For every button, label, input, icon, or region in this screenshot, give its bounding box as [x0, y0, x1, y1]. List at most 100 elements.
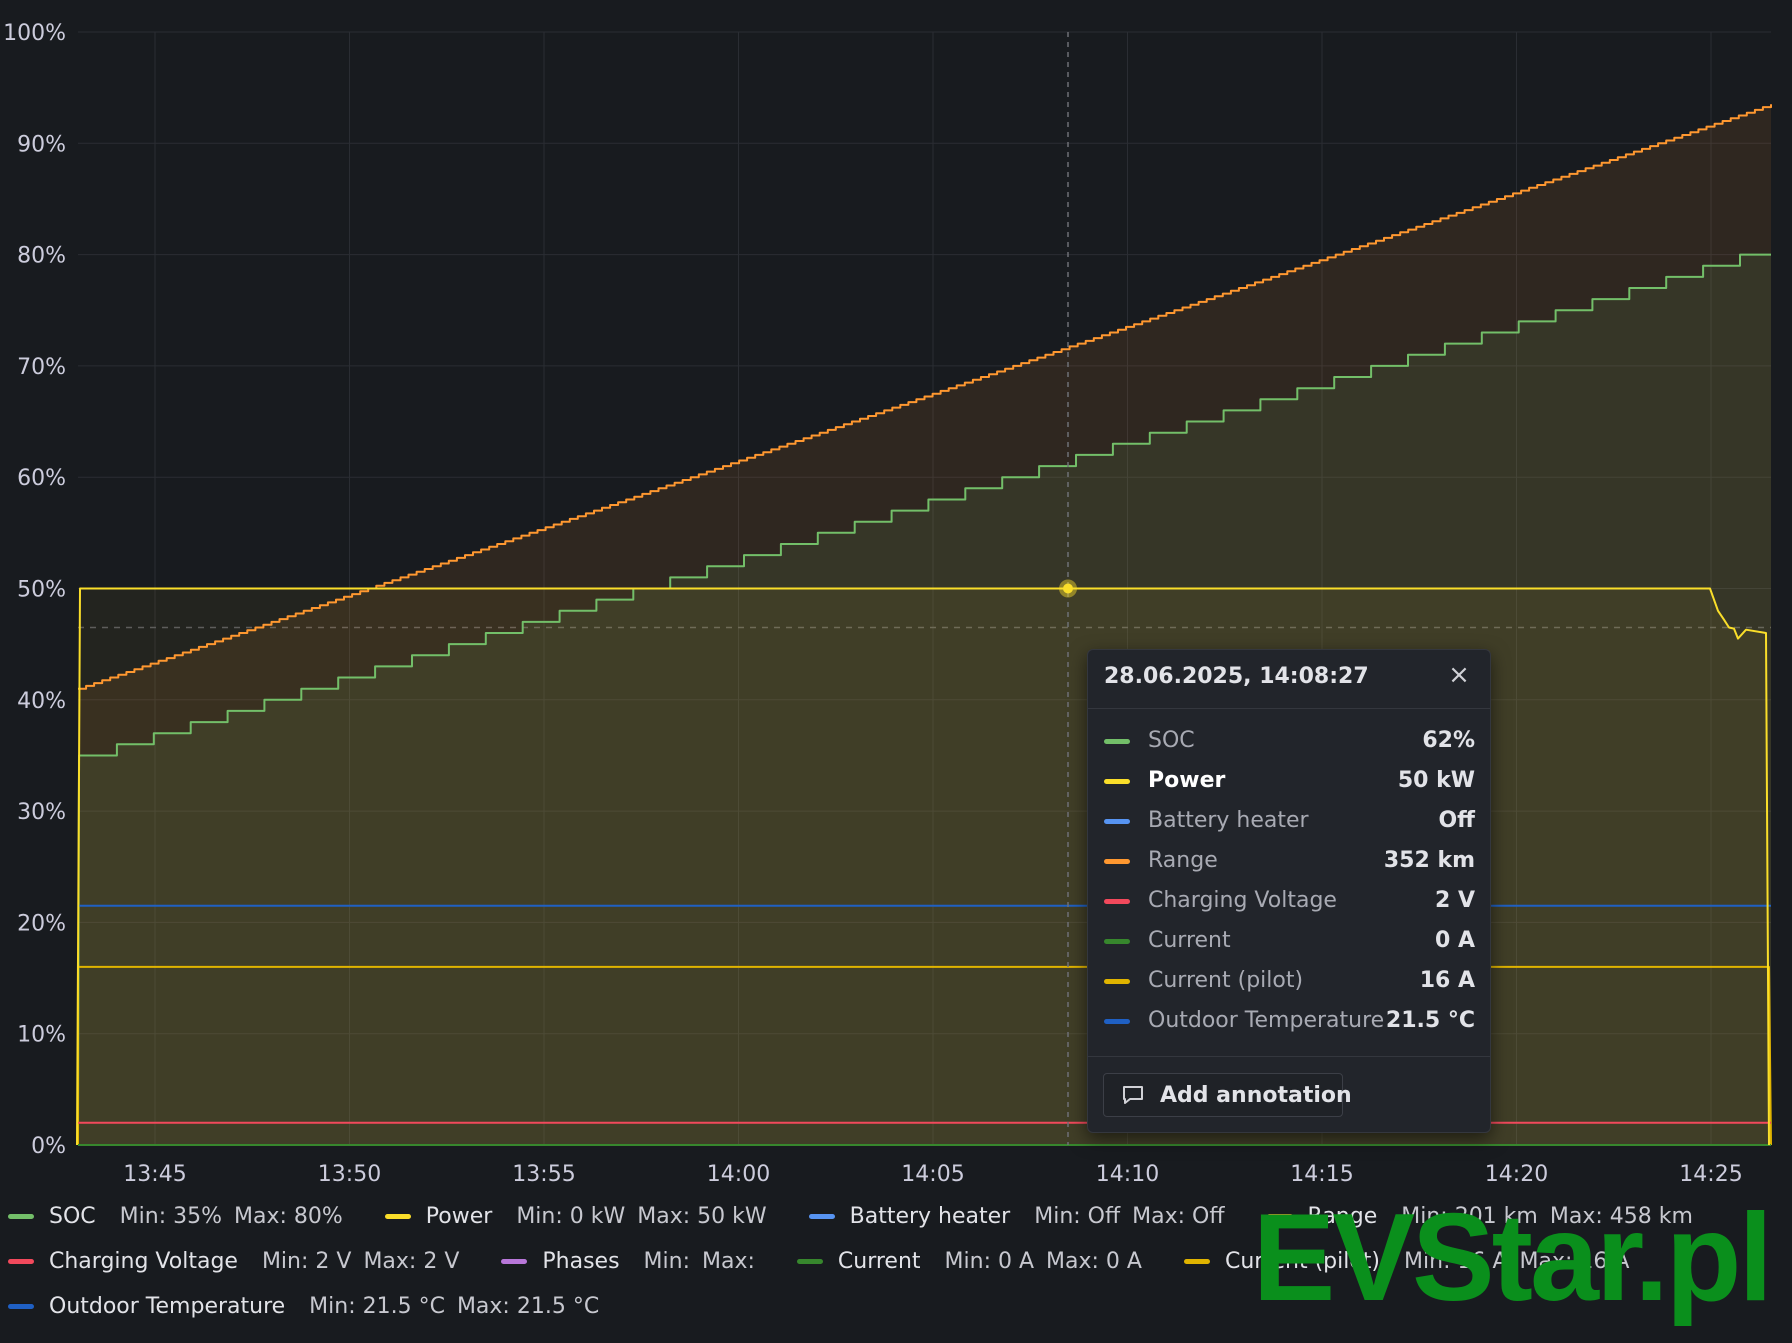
series-swatch	[796, 1259, 823, 1264]
tooltip-series-value: 50 kW	[1397, 768, 1475, 793]
y-tick-label: 0%	[31, 1134, 66, 1159]
legend-item[interactable]: Current Min: 0 A Max: 0 A	[796, 1249, 1154, 1283]
add-annotation-button[interactable]: Add annotation	[1103, 1073, 1352, 1117]
x-tick-label: 13:55	[512, 1162, 575, 1187]
x-axis: 13:45 13:50 13:55 14:00 14:05 14:10 14:15 14:20…	[123, 1162, 1742, 1187]
x-tick-label: 14:00	[707, 1162, 770, 1187]
tooltip-row: Battery heater Off	[1088, 801, 1490, 841]
legend-series-name: Battery heater	[849, 1204, 1011, 1229]
legend-min: Min: 35%	[119, 1204, 222, 1229]
legend-row: Outdoor Temperature Min: 21.5 °C Max: 21.5…	[8, 1294, 641, 1328]
y-tick-label: 20%	[17, 911, 66, 936]
series-swatch	[1104, 979, 1130, 984]
y-tick-label: 70%	[17, 355, 66, 380]
legend-item[interactable]: SOC Min: 35% Max: 80%	[8, 1204, 355, 1238]
watermark-logo: EVStar.pl	[1252, 1189, 1773, 1327]
tooltip-series-name: Power	[1148, 768, 1226, 793]
add-annotation-label: Add annotation	[1160, 1083, 1352, 1108]
legend-min: Min: 2 V	[261, 1249, 352, 1274]
power-area	[77, 588, 1769, 1145]
legend-series-name: Charging Voltage	[49, 1249, 238, 1274]
x-tick-label: 14:25	[1679, 1162, 1742, 1187]
legend-item[interactable]: Battery heater Min: Off Max: Off	[808, 1204, 1237, 1238]
y-tick-label: 10%	[17, 1023, 66, 1048]
legend-series-name: Phases	[542, 1249, 620, 1274]
legend-max: Max: 50 kW	[637, 1204, 767, 1229]
x-tick-label: 14:10	[1096, 1162, 1159, 1187]
legend-max: Max: 0 A	[1046, 1249, 1142, 1274]
tooltip-row: Outdoor Temperature 21.5 °C	[1088, 1001, 1490, 1041]
hover-point	[1063, 583, 1073, 594]
tooltip-time: 28.06.2025, 14:08:27	[1104, 664, 1369, 689]
series-swatch	[1104, 1019, 1130, 1024]
legend-min: Min: Off	[1034, 1204, 1121, 1229]
y-tick-label: 100%	[3, 21, 66, 46]
legend-series-name: Current	[837, 1249, 921, 1274]
y-tick-label: 90%	[17, 132, 66, 157]
y-tick-label: 80%	[17, 244, 66, 269]
legend-max: Max: 21.5 °C	[456, 1294, 600, 1319]
tooltip-series-name: Range	[1148, 848, 1218, 873]
tooltip-row: Charging Voltage 2 V	[1088, 881, 1490, 921]
series-swatch	[1104, 739, 1130, 744]
legend-max: Max: 80%	[234, 1204, 343, 1229]
legend-min: Min:	[643, 1249, 690, 1274]
legend-max: Max: Off	[1132, 1204, 1225, 1229]
comment-icon	[1123, 1086, 1143, 1104]
series-swatch	[1104, 859, 1130, 864]
series-swatch	[1104, 819, 1130, 824]
legend-series-name: SOC	[49, 1204, 96, 1229]
tooltip-series-name: Outdoor Temperature	[1148, 1008, 1385, 1033]
tooltip-footer: Add annotation	[1088, 1056, 1490, 1135]
y-tick-label: 40%	[17, 689, 66, 714]
legend-item[interactable]: Charging Voltage Min: 2 V Max: 2 V	[8, 1249, 471, 1283]
tooltip-series-name: SOC	[1148, 728, 1195, 753]
tooltip-series-value: Off	[1438, 808, 1475, 833]
x-tick-label: 14:05	[901, 1162, 964, 1187]
series-swatch	[1104, 939, 1130, 944]
legend-item[interactable]: Outdoor Temperature Min: 21.5 °C Max: 21.5…	[8, 1294, 611, 1328]
legend-item[interactable]: Phases Min: Max:	[501, 1249, 767, 1283]
hover-tooltip: 28.06.2025, 14:08:27 × SOC 62% Power 50 kW B…	[1087, 649, 1491, 1133]
x-tick-label: 14:15	[1290, 1162, 1353, 1187]
tooltip-series-name: Charging Voltage	[1148, 888, 1337, 913]
series-area-fills	[77, 104, 1771, 1146]
tooltip-series-value: 21.5 °C	[1385, 1008, 1475, 1033]
tooltip-series-value: 352 km	[1383, 848, 1475, 873]
series-swatch	[1104, 899, 1130, 904]
x-tick-label: 14:20	[1485, 1162, 1548, 1187]
tooltip-series-name: Current (pilot)	[1148, 968, 1304, 993]
legend-series-name: Outdoor Temperature	[49, 1294, 286, 1319]
x-tick-label: 13:45	[123, 1162, 186, 1187]
y-tick-label: 50%	[17, 578, 66, 603]
series-swatch	[808, 1214, 835, 1219]
tooltip-rows: SOC 62% Power 50 kW Battery heater Off Range 35…	[1088, 708, 1490, 1056]
tooltip-row: Current (pilot) 16 A	[1088, 961, 1490, 1001]
tooltip-header: 28.06.2025, 14:08:27 ×	[1088, 650, 1490, 708]
tooltip-series-value: 2 V	[1435, 888, 1475, 913]
tooltip-row: Range 352 km	[1088, 841, 1490, 881]
series-swatch	[501, 1259, 528, 1264]
legend-min: Min: 0 kW	[516, 1204, 626, 1229]
tooltip-series-value: 62%	[1422, 728, 1475, 753]
series-swatch	[1104, 779, 1130, 784]
legend-min: Min: 21.5 °C	[309, 1294, 445, 1319]
tooltip-series-name: Battery heater	[1148, 808, 1309, 833]
tooltip-row: Power 50 kW	[1088, 761, 1490, 801]
x-tick-label: 13:50	[318, 1162, 381, 1187]
legend-max: Max: 2 V	[363, 1249, 460, 1274]
legend-min: Min: 0 A	[944, 1249, 1035, 1274]
series-swatch	[8, 1259, 34, 1264]
tooltip-series-value: 0 A	[1435, 928, 1475, 953]
legend-item[interactable]: Power Min: 0 kW Max: 50 kW	[384, 1204, 779, 1238]
series-swatch	[1183, 1259, 1210, 1264]
legend-max: Max:	[701, 1249, 755, 1274]
tooltip-row: SOC 62%	[1088, 721, 1490, 761]
line-chart: 100%90%80%70%60%50%40%30%20%10%0% 13:45 1…	[3, 21, 1772, 1187]
series-swatch	[8, 1304, 34, 1309]
y-axis: 100% 90% 80% 70% 60% 50% 40% 30% 20% 10% 0%	[3, 21, 66, 1159]
tooltip-series-name: Current	[1148, 928, 1231, 953]
series-swatch	[8, 1214, 34, 1219]
series-swatch	[384, 1214, 411, 1219]
close-icon[interactable]: ×	[1442, 658, 1476, 692]
